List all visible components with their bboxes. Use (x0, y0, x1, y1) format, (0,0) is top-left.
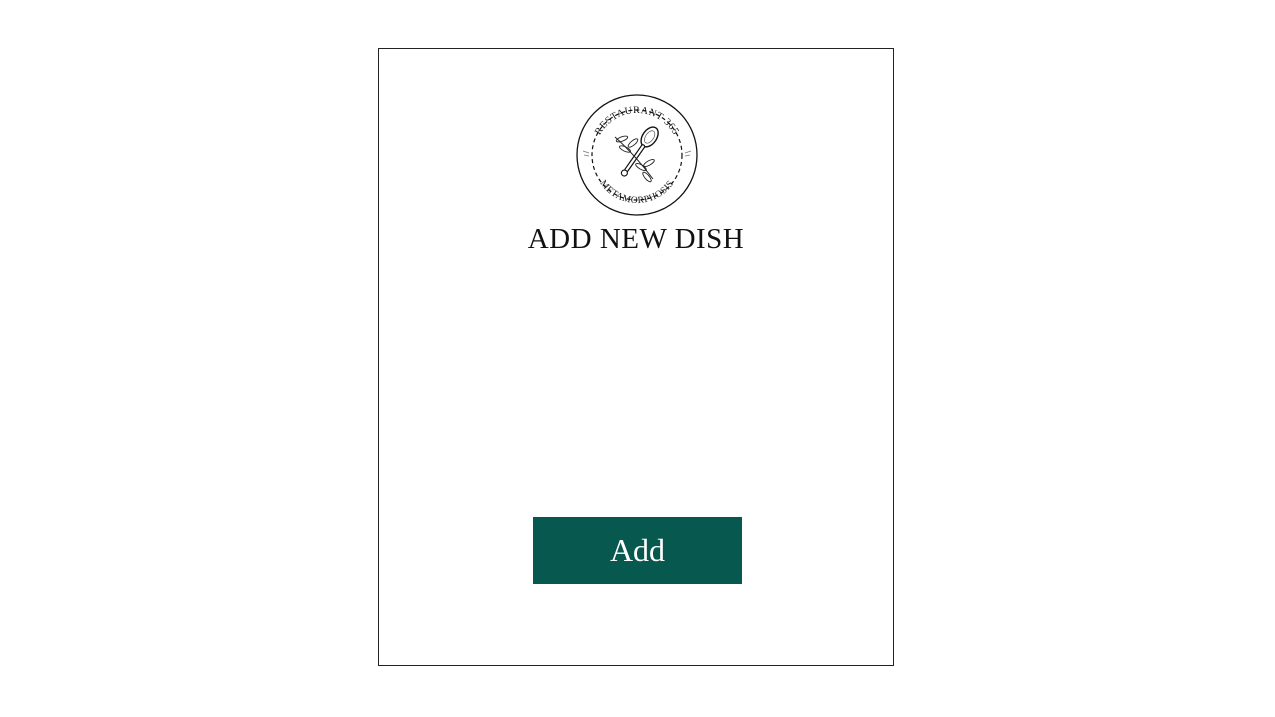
add-dish-button[interactable]: Add (533, 517, 742, 584)
svg-text:METAMORPHOSIS: METAMORPHOSIS (598, 179, 677, 206)
logo-top-text: RESTAURANT 365 (593, 105, 681, 137)
add-dish-card: RESTAURANT 365 METAMORPHOSIS ADD NEW DIS… (378, 48, 894, 666)
svg-text:RESTAURANT 365: RESTAURANT 365 (593, 105, 681, 137)
logo-bottom-text: METAMORPHOSIS (598, 179, 676, 206)
restaurant-logo: RESTAURANT 365 METAMORPHOSIS (575, 93, 699, 217)
dish-form-fields (419, 289, 853, 509)
page-title: ADD NEW DISH (527, 223, 745, 255)
restaurant-seal-spoon-icon: RESTAURANT 365 METAMORPHOSIS (576, 94, 698, 216)
